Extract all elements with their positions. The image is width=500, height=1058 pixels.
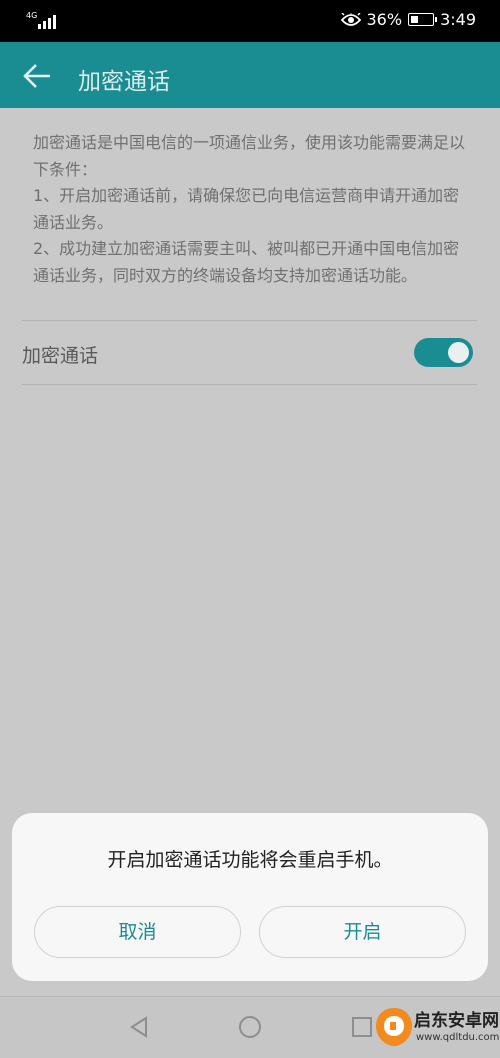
- back-button[interactable]: [18, 56, 58, 96]
- battery-percent: 36%: [366, 10, 403, 29]
- dialog-message: 开启加密通话功能将会重启手机。: [107, 849, 393, 871]
- battery-icon: [408, 13, 438, 26]
- home-circle-icon: [239, 1016, 261, 1038]
- watermark-url: www.qdltdu.com: [416, 1032, 500, 1043]
- page-title: 加密通话: [78, 69, 170, 95]
- encrypted-call-toggle[interactable]: [414, 338, 473, 367]
- divider: [22, 320, 477, 321]
- status-right: 36% 3:49: [340, 10, 476, 29]
- battery-fill: [411, 16, 418, 23]
- description-line: 1、开启加密通话前，请确保您已向电信运营商申请开通加密通话业务。: [33, 186, 460, 232]
- cancel-button[interactable]: 取消: [34, 906, 241, 958]
- description-line: 2、成功建立加密通话需要主叫、被叫都已开通中国电信加密通话业务，同时双方的终端设…: [33, 239, 460, 285]
- eye-comfort-icon: [340, 12, 361, 26]
- app-bar: 加密通话: [0, 42, 500, 108]
- encrypted-call-label: 加密通话: [22, 345, 99, 367]
- status-bar: 4G 36% 3:49: [0, 0, 500, 42]
- restart-confirm-dialog: 开启加密通话功能将会重启手机。 取消 开启: [12, 813, 488, 981]
- description-line: 加密通话是中国电信的一项通信业务，使用该功能需要满足以下条件：: [33, 133, 466, 179]
- site-watermark: 启东安卓网 www.qdltdu.com: [372, 1000, 500, 1057]
- toggle-knob: [448, 342, 469, 363]
- back-triangle-icon: [130, 1016, 147, 1038]
- clock: 3:49: [440, 10, 476, 29]
- nav-home-button[interactable]: [236, 1013, 264, 1041]
- watermark-logo-icon: [376, 1008, 412, 1046]
- watermark-title: 启东安卓网: [414, 1011, 499, 1031]
- signal-icon: [26, 11, 56, 29]
- divider: [22, 384, 477, 385]
- feature-description: 加密通话是中国电信的一项通信业务，使用该功能需要满足以下条件： 1、开启加密通话…: [33, 130, 473, 289]
- enable-button[interactable]: 开启: [259, 906, 466, 958]
- nav-back-button[interactable]: [126, 1013, 154, 1041]
- arrow-left-icon: [23, 64, 50, 88]
